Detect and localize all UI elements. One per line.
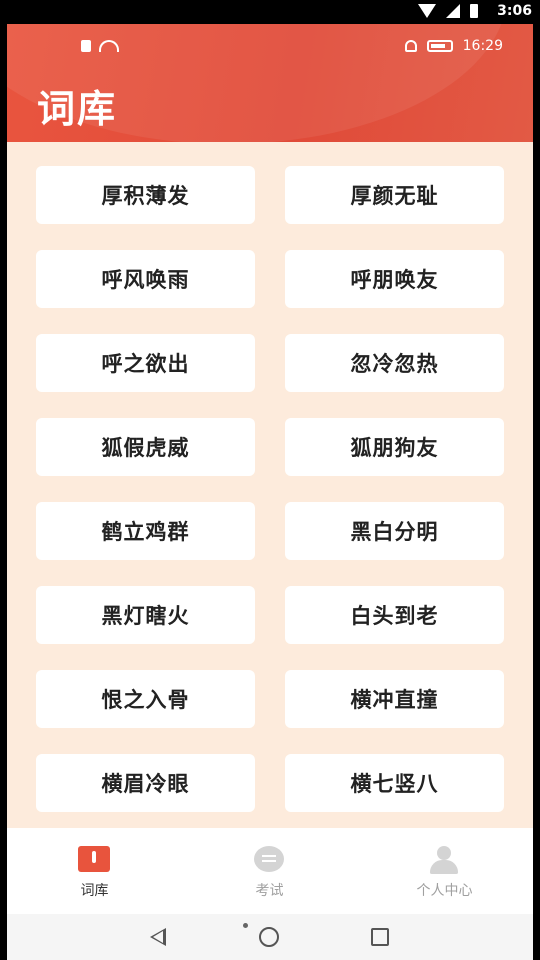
word-card[interactable]: 厚颜无耻 (285, 166, 504, 224)
word-card[interactable]: 呼之欲出 (36, 334, 255, 392)
word-card[interactable]: 忽冷忽热 (285, 334, 504, 392)
word-card[interactable]: 横七竖八 (285, 754, 504, 812)
word-card[interactable]: 黑灯瞎火 (36, 586, 255, 644)
home-icon[interactable] (259, 927, 279, 947)
system-nav-bar (7, 914, 533, 960)
word-card[interactable]: 白头到老 (285, 586, 504, 644)
tab-exam[interactable]: 考试 (182, 828, 357, 914)
header: 16:29 词库 (7, 24, 533, 142)
app-status-bar: 16:29 (7, 36, 533, 60)
word-card[interactable]: 狐朋狗友 (285, 418, 504, 476)
back-icon[interactable] (150, 928, 166, 946)
word-card[interactable]: 呼风唤雨 (36, 250, 255, 308)
word-card[interactable]: 横眉冷眼 (36, 754, 255, 812)
word-card[interactable]: 狐假虎威 (36, 418, 255, 476)
user-icon (430, 846, 458, 874)
tab-label: 个人中心 (416, 883, 473, 899)
word-card[interactable]: 鹤立鸡群 (36, 502, 255, 560)
chat-icon (254, 846, 284, 872)
wifi-icon (418, 4, 436, 18)
system-status-icons (418, 4, 478, 18)
tab-label: 考试 (255, 883, 284, 899)
system-clock: 3:06 (497, 3, 532, 19)
wifi-icon (99, 40, 119, 52)
tab-profile[interactable]: 个人中心 (357, 828, 532, 914)
page-title: 词库 (37, 87, 118, 131)
word-card[interactable]: 黑白分明 (285, 502, 504, 560)
signal-icon (446, 4, 460, 18)
mute-bell-icon (404, 40, 417, 52)
battery-icon (470, 4, 478, 18)
word-card[interactable]: 横冲直撞 (285, 670, 504, 728)
app-status-time: 16:29 (462, 38, 503, 54)
bottom-tab-bar: 词库 考试 个人中心 (7, 828, 533, 914)
nav-indicator-dot (243, 923, 248, 928)
sim-icon (81, 40, 91, 52)
tab-word-library[interactable]: 词库 (7, 828, 182, 914)
word-card[interactable]: 厚积薄发 (36, 166, 255, 224)
recents-icon[interactable] (371, 928, 389, 946)
book-icon (78, 846, 110, 872)
word-card[interactable]: 恨之入骨 (36, 670, 255, 728)
tab-label: 词库 (80, 883, 109, 899)
system-status-bar: 3:06 (0, 0, 540, 24)
battery-icon (426, 40, 453, 52)
app-window: 16:29 词库 厚积薄发 厚颜无耻 呼风唤雨 呼朋唤友 呼之欲出 忽冷忽热 狐假虎威 狐朋狗… (7, 24, 533, 960)
word-card[interactable]: 呼朋唤友 (285, 250, 504, 308)
